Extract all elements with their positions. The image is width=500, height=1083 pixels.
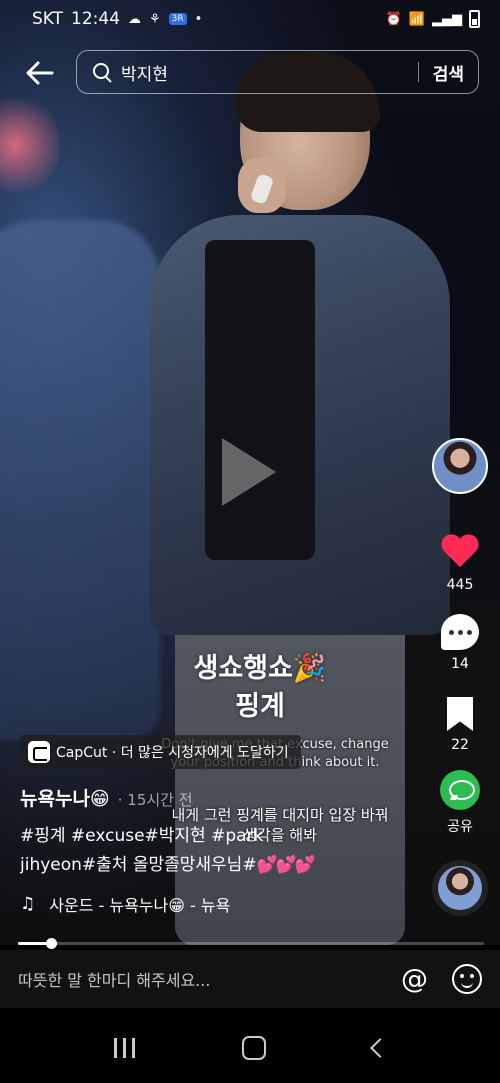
performer-shirt [205, 240, 315, 560]
search-input[interactable]: 박지현 [121, 60, 418, 85]
progress-thumb[interactable] [45, 938, 57, 949]
arrow-left-icon [26, 61, 54, 85]
share-label: 공유 [447, 819, 473, 835]
share-button[interactable]: 공유 [432, 770, 488, 836]
play-icon[interactable] [222, 438, 276, 506]
clock: 12:44 [71, 9, 121, 29]
capcut-promo-button[interactable]: CapCut · 더 많은 시청자에게 도달하기 [20, 735, 301, 769]
background-figure [0, 220, 160, 740]
alarm-icon: ⏰ [385, 11, 402, 27]
bookmark-count: 22 [451, 737, 469, 753]
dot-icon: • [194, 11, 203, 27]
notification-icon: ⚘ [149, 11, 161, 27]
caption-line-1: 생쇼행쇼🎉 [193, 653, 327, 684]
recent-apps-button[interactable] [113, 1037, 135, 1058]
description-line-2-text: jihyeon#출처 올망졸망새우님# [20, 855, 257, 875]
signal-icon: ▂▄▆ [432, 11, 462, 27]
bookmark-icon [447, 697, 473, 731]
app-badge: 3R [168, 13, 187, 25]
bookmark-button[interactable]: 22 [432, 697, 488, 753]
comment-input[interactable]: 따뜻한 말 한마디 해주세요... [18, 967, 401, 991]
description-line-2: jihyeon#출처 올망졸망새우님#💕💕💕 [20, 851, 400, 880]
system-nav-bar [0, 1012, 500, 1083]
post-time: · 15시간 전 [117, 791, 193, 809]
home-button[interactable] [241, 1035, 266, 1060]
share-icon [440, 770, 480, 810]
author-row: 뉴욕누나😁 · 15시간 전 [20, 784, 193, 811]
comment-count: 14 [451, 656, 469, 672]
caption-line-2: 핑계 [235, 691, 285, 722]
like-button[interactable]: 445 [432, 535, 488, 593]
comment-icon [441, 614, 479, 650]
sound-title: 사운드 - 뉴욕누나😁 - 뉴욕 [49, 896, 231, 915]
like-count: 445 [446, 577, 474, 593]
weather-icon: ☁ [128, 11, 142, 27]
hearts-emoji: 💕💕💕 [256, 855, 316, 875]
search-divider [417, 62, 419, 82]
system-back-button[interactable] [369, 1037, 390, 1058]
post-description[interactable]: #핑계 #excuse#박지현 #park jihyeon#출처 올망졸망새우님… [20, 822, 400, 880]
avatar [432, 438, 488, 494]
battery-icon [469, 10, 480, 28]
music-note-icon: ♫ [20, 894, 36, 914]
capcut-label: CapCut · 더 많은 시청자에게 도달하기 [56, 745, 289, 761]
video-caption-title: 생쇼행쇼🎉 핑계 [170, 650, 350, 726]
author-name[interactable]: 뉴욕누나😁 [20, 784, 110, 811]
profile-avatar-button[interactable] [432, 438, 488, 494]
music-disc-button[interactable] [432, 860, 488, 916]
capcut-icon [28, 741, 50, 763]
sound-link[interactable]: ♫ 사운드 - 뉴욕누나😁 - 뉴욕 [20, 892, 260, 916]
heart-icon [440, 535, 480, 571]
carrier-label: SKT [32, 9, 64, 29]
emoji-button[interactable] [452, 964, 482, 994]
search-button[interactable]: 검색 [433, 60, 464, 85]
description-line-1: #핑계 #excuse#박지현 #park [20, 826, 264, 846]
search-icon [91, 61, 113, 83]
video-progress-bar[interactable] [18, 938, 484, 949]
mention-button[interactable]: @ [401, 964, 428, 995]
search-bar[interactable]: 박지현 검색 [76, 50, 479, 94]
comment-button[interactable]: 14 [432, 614, 488, 672]
status-bar: SKT 12:44 ☁ ⚘ 3R • ⏰ 📶 ▂▄▆ [0, 0, 500, 38]
wifi-icon: 📶 [408, 11, 425, 27]
background-light [0, 90, 60, 200]
back-button[interactable] [20, 55, 60, 91]
comment-bar: 따뜻한 말 한마디 해주세요... @ [0, 950, 500, 1008]
